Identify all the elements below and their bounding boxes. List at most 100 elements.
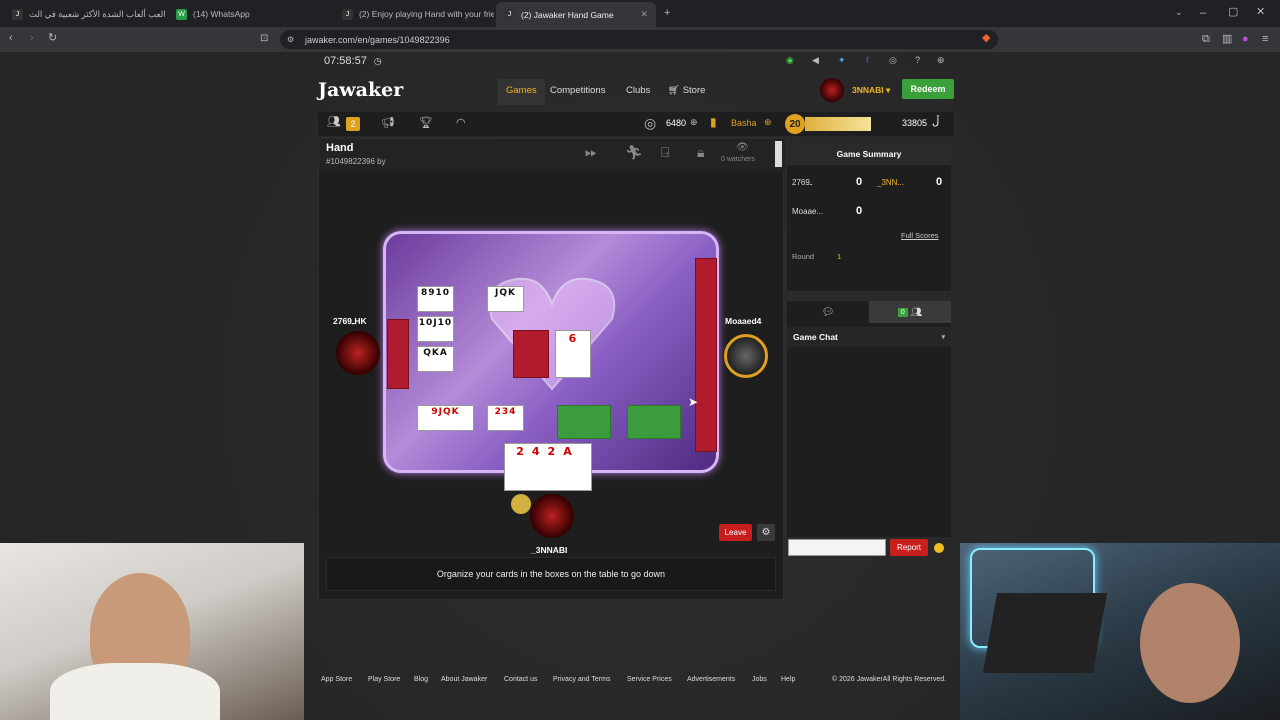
nav-clubs[interactable]: Clubs [626, 85, 650, 96]
kick-icon[interactable]: 🏃︎ [625, 145, 643, 159]
nav-store-label: Store [682, 85, 706, 96]
player-right-avatar[interactable] [724, 334, 768, 378]
feed-icon[interactable]: ◠ [456, 118, 466, 129]
discard-card[interactable]: 6 [555, 330, 591, 378]
player-bottom-avatar[interactable] [530, 494, 574, 538]
tab-3[interactable]: J (2) Enjoy playing Hand with your frie [334, 4, 494, 24]
redeem-button[interactable]: Redeem [902, 79, 954, 99]
add-coins-icon[interactable]: ⊕ [690, 118, 698, 127]
footer-link-contact[interactable]: Contact us [504, 676, 537, 683]
minimize-icon[interactable]: – [1200, 8, 1206, 19]
user-avatar[interactable] [820, 78, 844, 102]
help-icon[interactable]: ? [915, 56, 920, 65]
footer-link-about[interactable]: About Jawaker [441, 676, 487, 683]
trophy-icon[interactable]: 🏆︎ [419, 118, 433, 129]
full-scores-link[interactable]: Full Scores [901, 231, 939, 240]
url-text: jawaker.com/en/games/1049822396 [305, 34, 450, 45]
username[interactable]: 3NNABI ▾ [852, 85, 890, 96]
tab-label: العب ألعاب الشدة الأكثر شعبية في الث [29, 8, 166, 19]
jawaker-favicon-icon: J [12, 8, 23, 20]
instruction-text: Organize your cards in the boxes on the … [436, 569, 666, 579]
extensions-icon[interactable]: ⧉ [1202, 34, 1210, 45]
settings-gear-icon[interactable]: ⚙ [757, 524, 775, 541]
top-nav: Jawaker Games Competitions Clubs 🛒︎ Stor… [318, 73, 954, 110]
meld-drop-box[interactable] [627, 405, 681, 439]
footer-link-blog[interactable]: Blog [414, 676, 428, 683]
tab-label: (2) Jawaker Hand Game [521, 9, 614, 20]
nav-competitions[interactable]: Competitions [550, 85, 605, 96]
bookmark-icon[interactable]: ⊡ [260, 34, 268, 44]
reload-icon[interactable]: ↻ [48, 33, 57, 44]
tier-label[interactable]: Basha [731, 118, 757, 128]
summary-title: Game Summary [787, 143, 951, 165]
footer-link-help[interactable]: Help [781, 676, 795, 683]
menu-icon[interactable]: ≡ [1262, 34, 1268, 45]
username-label: 3NNABI [852, 85, 884, 95]
panel-scrollbar[interactable] [775, 141, 782, 167]
meld-card-group[interactable]: 234 [487, 405, 524, 431]
tab-1[interactable]: J العب ألعاب الشدة الأكثر شعبية في الث [4, 4, 168, 24]
maximize-icon[interactable]: ▢ [1228, 7, 1238, 18]
tab-2[interactable]: W (14) WhatsApp [168, 4, 334, 24]
player-hand[interactable]: 242A [504, 443, 592, 491]
forward-icon[interactable]: › [30, 33, 34, 44]
close-tab-icon[interactable]: ✕ [640, 9, 648, 20]
facebook-icon[interactable]: f [866, 56, 869, 65]
tab-list-icon[interactable]: ⌄ [1175, 8, 1183, 17]
deck-pile[interactable] [513, 330, 549, 378]
nav-games[interactable]: Games [498, 79, 545, 105]
lock-icon[interactable]: 🔒︎ [697, 145, 704, 159]
leave-button[interactable]: Leave [719, 524, 752, 541]
add-tier-icon[interactable]: ⊕ [764, 118, 772, 127]
sidebar-icon[interactable]: ▥ [1222, 34, 1232, 45]
chat-select[interactable]: Game Chat ▾ [787, 327, 951, 347]
fast-forward-icon[interactable]: ⏩︎ [585, 145, 597, 160]
brave-shield-icon[interactable]: ◆ [982, 33, 990, 44]
chat-title: Game Chat [793, 332, 838, 342]
url-field[interactable]: jawaker.com/en/games/1049822396 [280, 30, 998, 49]
language-icon[interactable]: ⊕ [937, 56, 945, 65]
window-close-icon[interactable]: ✕ [1256, 7, 1265, 18]
discard-card-rank: 6 [568, 332, 578, 345]
tab-4-active[interactable]: J (2) Jawaker Hand Game ✕ [496, 2, 656, 27]
xp-bar [805, 117, 871, 131]
meld-drop-box[interactable] [557, 405, 611, 439]
meld-card-group[interactable]: 10J10 [417, 316, 454, 342]
twitter-icon[interactable]: ✦ [838, 56, 846, 65]
online-tab[interactable]: 0 👥︎ [869, 301, 951, 323]
footer-link-jobs[interactable]: Jobs [752, 676, 767, 683]
footer-link-play-store[interactable]: Play Store [368, 676, 400, 683]
controller-icon[interactable]: ◉ [786, 56, 794, 65]
instagram-icon[interactable]: ◎ [889, 56, 897, 65]
site-info-icon[interactable]: ⚙ [287, 36, 294, 44]
meld-card-group[interactable]: 8910 [417, 286, 454, 312]
chat-input[interactable] [788, 539, 886, 556]
player-left-avatar[interactable] [336, 331, 380, 375]
jawaker-logo[interactable]: Jawaker [318, 79, 403, 101]
chat-tab-icon[interactable]: 💬︎ [787, 301, 869, 323]
footer-link-advertisements[interactable]: Advertisements [687, 676, 735, 683]
new-tab-icon[interactable]: + [664, 8, 670, 19]
nav-store[interactable]: 🛒︎ Store [668, 85, 705, 96]
heart-emblem-icon [488, 277, 616, 391]
footer-link-privacy[interactable]: Privacy and Terms [553, 676, 610, 683]
footer-link-service-prices[interactable]: Service Prices [627, 676, 672, 683]
notification-badge[interactable]: 2 [346, 117, 360, 131]
meld-card-group[interactable]: 9JQK [417, 405, 474, 431]
opponent-left-cards [387, 319, 409, 389]
emoji-icon[interactable] [934, 543, 944, 553]
round-value: 1 [837, 252, 842, 261]
sound-icon[interactable]: ◀ [812, 56, 819, 65]
exit-door-icon[interactable]: ⍈ [661, 145, 669, 159]
opponent-right-cards [695, 258, 717, 452]
friends-icon[interactable]: 👥︎ [327, 117, 341, 128]
back-icon[interactable]: ‹ [9, 33, 13, 44]
level-badge: 20 [785, 114, 805, 134]
meld-card-group[interactable]: QKA [417, 346, 454, 372]
online-count: 0 [897, 307, 908, 317]
meld-card-group[interactable]: JQK [487, 286, 524, 312]
footer-link-app-store[interactable]: App Store [321, 676, 352, 683]
announcements-icon[interactable]: 📢︎ [381, 118, 395, 129]
vpn-icon[interactable]: ● [1242, 34, 1249, 45]
report-button[interactable]: Report [890, 539, 928, 556]
